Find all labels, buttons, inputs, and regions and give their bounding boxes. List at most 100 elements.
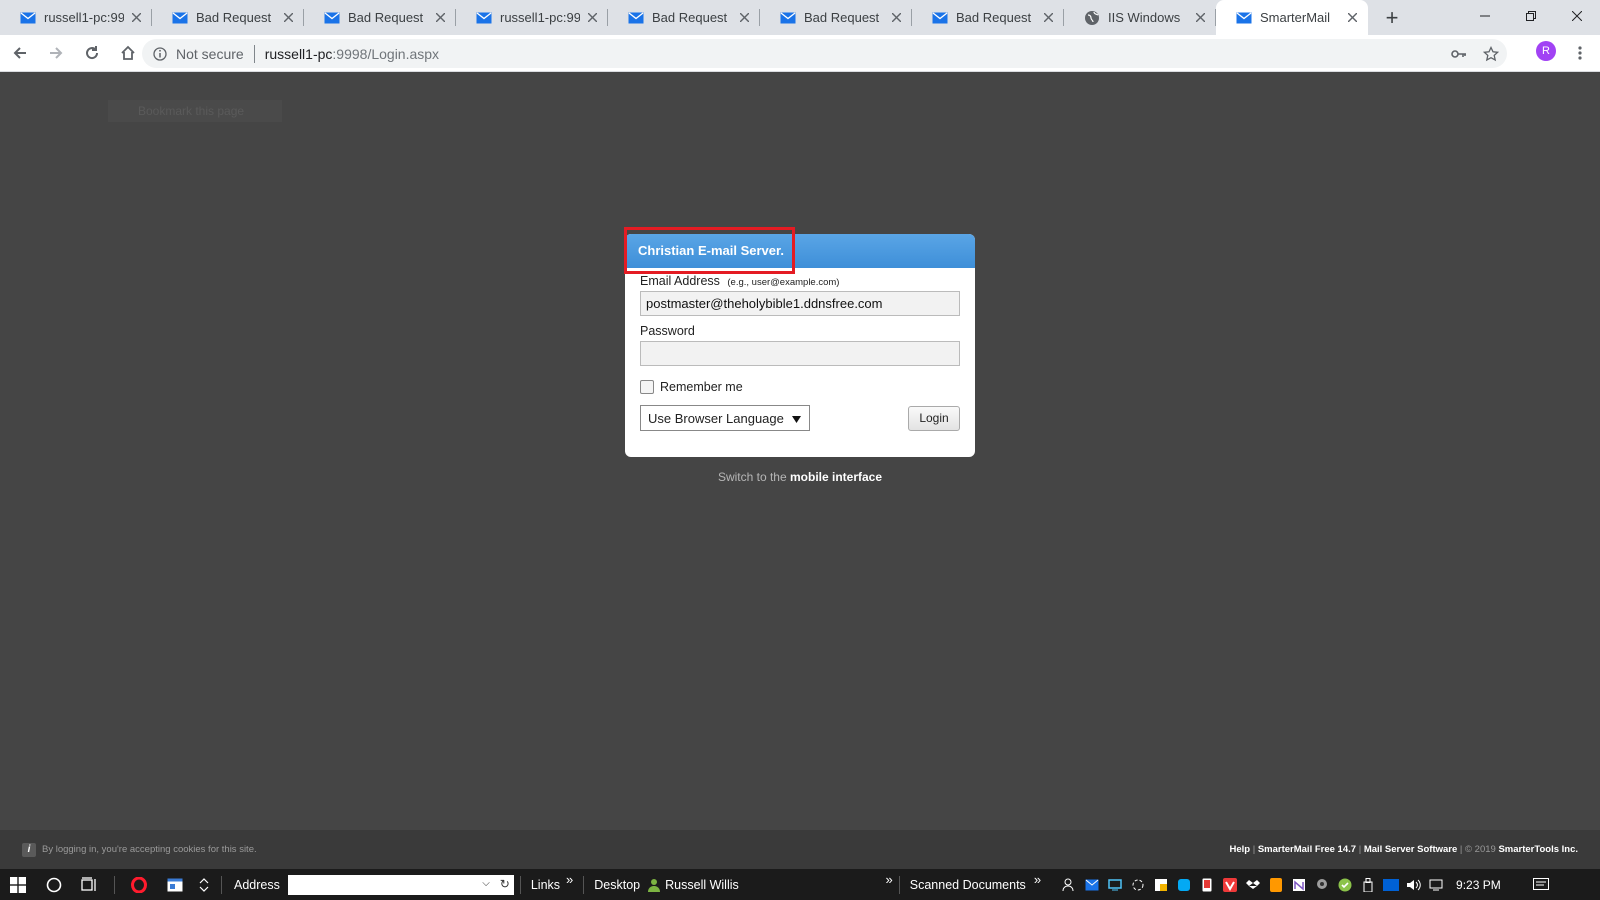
refresh-icon[interactable]: ↻ — [500, 877, 510, 891]
monitor-tray-icon[interactable] — [1103, 875, 1126, 895]
onenote-tray-icon[interactable] — [1287, 875, 1310, 895]
new-tab-button[interactable]: + — [1372, 0, 1412, 35]
back-button[interactable] — [4, 37, 36, 69]
browser-menu-button[interactable] — [1568, 37, 1592, 69]
minimize-button[interactable] — [1462, 0, 1508, 32]
company-link[interactable]: SmarterTools Inc. — [1498, 844, 1578, 855]
copyright: © 2019 — [1465, 844, 1496, 855]
security-label: Not secure — [176, 45, 244, 62]
vivaldi-tray-icon[interactable] — [1218, 875, 1241, 895]
email-hint: (e.g., user@example.com) — [727, 277, 840, 288]
box-tray-icon[interactable] — [1379, 875, 1402, 895]
browser-tab[interactable]: Bad Request — [304, 0, 456, 35]
info-icon[interactable] — [152, 46, 168, 62]
reload-icon — [86, 46, 99, 60]
address-toolbar-input[interactable]: ⌵ ↻ — [287, 874, 514, 895]
chevron-down-icon — [199, 886, 209, 892]
login-button[interactable]: Login — [908, 405, 960, 431]
forward-arrow-icon — [50, 47, 63, 59]
remember-checkbox[interactable] — [640, 380, 654, 394]
browser-tab[interactable]: russell1-pc:9998 — [0, 0, 152, 35]
desktop-chevron[interactable]: » — [743, 869, 893, 900]
desktop-chevron-glyph: » — [885, 872, 893, 887]
window-controls — [1462, 0, 1600, 32]
profile-avatar[interactable]: R — [1536, 41, 1556, 61]
system-clock[interactable]: 9:23 PM — [1456, 878, 1501, 892]
desktop-toolbar[interactable]: Desktop — [590, 869, 644, 900]
phone-tray-icon[interactable] — [1195, 875, 1218, 895]
password-field[interactable] — [640, 341, 960, 366]
action-center-button[interactable] — [1521, 877, 1561, 892]
webcam-tray-icon[interactable] — [1310, 875, 1333, 895]
bookmark-star-icon[interactable] — [1475, 40, 1507, 68]
close-window-button[interactable] — [1554, 0, 1600, 32]
browser-tab[interactable]: Bad Request — [760, 0, 912, 35]
faint-bookmark-hint: Bookmark this page — [108, 100, 282, 122]
chevron-up-icon — [199, 877, 209, 883]
cookie-notice: i By logging in, you're accepting cookie… — [22, 842, 257, 857]
opera-taskbar-button[interactable] — [121, 869, 157, 900]
close-tab-icon[interactable] — [1040, 10, 1056, 26]
app-taskbar-button[interactable] — [157, 869, 193, 900]
reload-button[interactable] — [76, 37, 108, 69]
scanned-chevron[interactable]: » — [1034, 872, 1041, 887]
browser-tab[interactable]: Bad Request — [608, 0, 760, 35]
mail-tray-icon[interactable] — [1080, 875, 1103, 895]
chevron-down-icon[interactable]: ⌵ — [482, 878, 490, 889]
browser-tab[interactable]: Bad Request — [912, 0, 1064, 35]
language-select-value: Use Browser Language — [648, 410, 784, 426]
browser-tab[interactable]: Bad Request — [152, 0, 304, 35]
task-view-button[interactable] — [72, 869, 108, 900]
mail-server-link[interactable]: Mail Server Software — [1364, 844, 1457, 855]
check-tray-icon[interactable] — [1333, 875, 1356, 895]
toolbar-scroll[interactable] — [193, 869, 215, 900]
close-tab-icon[interactable] — [1192, 10, 1208, 26]
links-label: Links — [530, 877, 561, 892]
close-tab-icon[interactable] — [128, 10, 144, 26]
footer-links: Help | SmarterMail Free 14.7 | Mail Serv… — [1229, 844, 1578, 855]
links-toolbar[interactable]: Links » — [527, 869, 577, 900]
forward-button[interactable] — [40, 37, 72, 69]
email-label-row: Email Address (e.g., user@example.com) — [640, 274, 960, 288]
close-tab-icon[interactable] — [736, 10, 752, 26]
dropbox-tray-icon[interactable] — [1241, 875, 1264, 895]
network-icon[interactable] — [1425, 875, 1448, 895]
mobile-interface-link[interactable]: mobile interface — [790, 470, 882, 484]
remember-label[interactable]: Remember me — [660, 380, 743, 394]
email-field[interactable]: postmaster@theholybible1.ddnsfree.com — [640, 291, 960, 316]
product-link[interactable]: SmarterMail Free 14.7 — [1258, 844, 1356, 855]
scanned-documents-label: Scanned Documents — [909, 877, 1026, 892]
user-folder[interactable]: Russell Willis — [644, 869, 743, 900]
mail-icon — [20, 10, 36, 26]
mail-icon — [324, 10, 340, 26]
volume-icon[interactable] — [1402, 875, 1425, 895]
address-bar[interactable]: Not secure russell1-pc:9998/Login.aspx — [142, 39, 1507, 68]
links-chevron[interactable]: » — [566, 872, 573, 887]
plus-icon: + — [1385, 4, 1399, 30]
close-tab-icon[interactable] — [1344, 10, 1360, 26]
security-tray-icon[interactable] — [1149, 875, 1172, 895]
usb-tray-icon[interactable] — [1356, 875, 1379, 895]
browser-tab[interactable]: IIS Windows — [1064, 0, 1216, 35]
close-tab-icon[interactable] — [280, 10, 296, 26]
key-icon[interactable] — [1443, 40, 1475, 68]
badge-tray-icon[interactable] — [1264, 875, 1287, 895]
restore-button[interactable] — [1508, 0, 1554, 32]
close-tab-icon[interactable] — [584, 10, 600, 26]
people-icon[interactable] — [1057, 875, 1080, 895]
browser-toolbar: Not secure russell1-pc:9998/Login.aspx R — [0, 35, 1600, 72]
close-tab-icon[interactable] — [432, 10, 448, 26]
browser-tab[interactable]: russell1-pc:9998 — [456, 0, 608, 35]
mail-icon — [932, 10, 948, 26]
omnibox-actions — [1443, 40, 1507, 68]
browser-tab[interactable]: SmarterMail — [1216, 0, 1368, 35]
help-link[interactable]: Help — [1229, 844, 1250, 855]
start-button[interactable] — [0, 869, 36, 900]
close-tab-icon[interactable] — [888, 10, 904, 26]
network-sync-icon[interactable] — [1126, 875, 1149, 895]
cortana-button[interactable] — [36, 869, 72, 900]
language-select[interactable]: Use Browser Language — [640, 405, 810, 431]
home-button[interactable] — [112, 37, 144, 69]
skype-tray-icon[interactable] — [1172, 875, 1195, 895]
scanned-documents-toolbar[interactable]: Scanned Documents » — [906, 869, 1045, 900]
